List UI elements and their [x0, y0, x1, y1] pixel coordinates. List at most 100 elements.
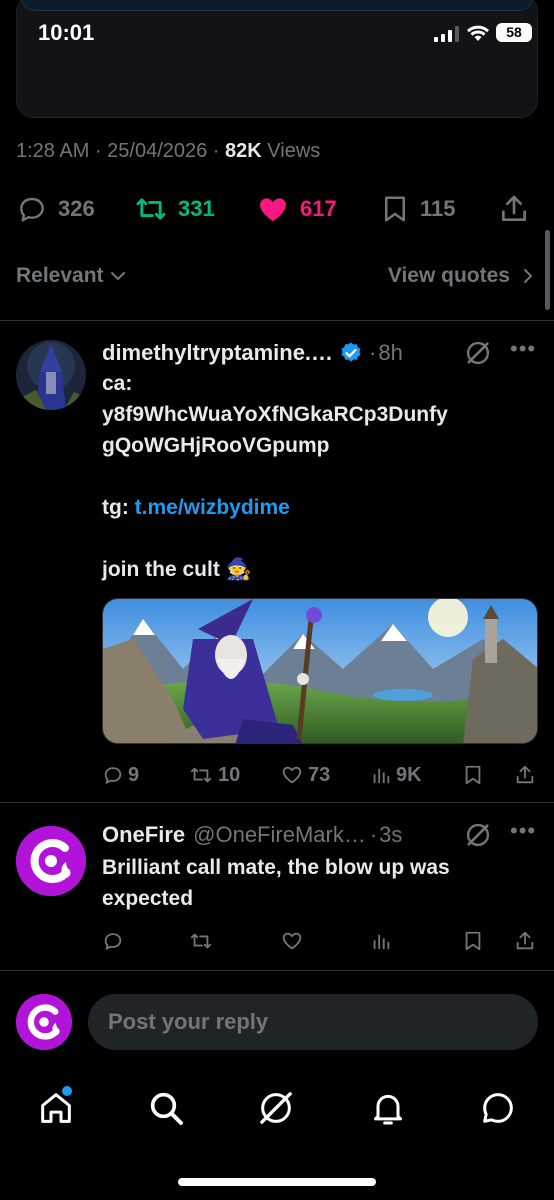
reply-repost-button[interactable]: 10 [188, 760, 240, 790]
more-options-icon[interactable]: ••• [510, 818, 536, 844]
wifi-icon [467, 25, 489, 41]
repost-icon [190, 933, 212, 949]
reply-author-handle[interactable]: @OneFireMark… [193, 822, 366, 848]
status-bar: 10:01 58 [0, 0, 554, 66]
reply-views-button[interactable]: 9K [370, 760, 422, 790]
grok-icon[interactable] [464, 821, 492, 849]
tab-home[interactable] [32, 1084, 80, 1132]
bottom-tab-bar [0, 1072, 554, 1142]
like-count: 73 [308, 763, 331, 786]
reply-bookmark-button[interactable] [462, 926, 488, 956]
divider [0, 970, 554, 971]
chevron-down-icon [110, 272, 125, 280]
post-meta: 1:28 AM · 25/04/2026 · 82K Views [16, 140, 320, 163]
tab-notifications[interactable] [364, 1084, 412, 1132]
repost-icon [190, 767, 212, 783]
tg-label: tg: [102, 496, 135, 519]
bookmark-button[interactable]: 115 [380, 186, 456, 232]
reply-like-button[interactable]: 73 [280, 760, 330, 790]
grok-icon[interactable] [464, 339, 492, 367]
chevron-right-icon [524, 269, 532, 283]
post-timestamp: 1:28 AM · 25/04/2026 · [16, 140, 226, 162]
views-label: Views [261, 140, 321, 162]
reply-author-name[interactable]: dimethyltryptamine.… [102, 340, 333, 366]
share-button[interactable] [498, 186, 540, 232]
reply-share-button[interactable] [514, 926, 540, 956]
reply-bookmark-button[interactable] [462, 760, 488, 790]
onefire-logo-icon [16, 826, 86, 896]
onefire-logo-icon [16, 994, 72, 1050]
views-count: 9K [396, 763, 422, 786]
repost-icon [136, 198, 166, 220]
more-options-icon[interactable]: ••• [510, 336, 536, 362]
wizard-avatar-image [16, 340, 86, 410]
reply-reply-button[interactable]: 9 [102, 760, 139, 790]
separator-dot: · [369, 340, 377, 365]
sort-dropdown[interactable]: Relevant [16, 264, 128, 288]
heart-icon [282, 932, 302, 950]
notifications-icon [374, 1094, 402, 1125]
body-line: expected [102, 887, 194, 910]
separator-dot: · [369, 822, 378, 847]
tab-search[interactable] [142, 1084, 190, 1132]
body-line: join the cult 🧙 [102, 558, 252, 581]
avatar[interactable] [16, 826, 86, 896]
notification-dot [62, 1086, 72, 1096]
divider [0, 802, 554, 803]
repost-count: 331 [178, 196, 215, 221]
status-time: 10:01 [38, 20, 95, 45]
reply-header: dimethyltryptamine.… · 8h [102, 338, 403, 368]
grok-icon [260, 1092, 292, 1124]
current-user-avatar[interactable] [16, 994, 72, 1050]
reply-stats-bar: 9 10 73 9K [102, 760, 538, 790]
share-icon [516, 931, 534, 950]
view-quotes-label: View quotes [387, 264, 510, 287]
repost-button[interactable]: 331 [134, 186, 215, 232]
contract-address-line: y8f9WhcWuaYoXfNGkaRCp3Dunfy [102, 403, 448, 426]
reply-stats-bar [102, 926, 538, 956]
body-line: Brilliant call mate, the blow up was [102, 856, 450, 879]
signal-icon [434, 26, 459, 42]
reply-share-button[interactable] [514, 760, 540, 790]
reply-media-image[interactable] [102, 598, 538, 744]
reply-time: 3s [379, 822, 403, 847]
search-icon [150, 1092, 183, 1125]
reply-count: 9 [128, 763, 140, 786]
reply-icon [104, 767, 122, 784]
reply-author-name[interactable]: OneFire [102, 822, 185, 848]
bookmark-icon [385, 196, 405, 222]
reply-body: ca: y8f9WhcWuaYoXfNGkaRCp3Dunfy gQoWGHjR… [102, 368, 448, 585]
verified-badge-icon [341, 342, 361, 362]
sort-label: Relevant [16, 264, 104, 287]
reply-input[interactable]: Post your reply [88, 994, 538, 1050]
reply-repost-button[interactable] [188, 926, 218, 956]
reply-header: OneFire @OneFireMark… · 3s [102, 820, 402, 850]
share-icon [502, 195, 526, 221]
reply-views-button[interactable] [370, 926, 396, 956]
reply-reply-button[interactable] [102, 926, 128, 956]
reply-button[interactable]: 326 [16, 186, 95, 232]
tab-messages[interactable] [474, 1084, 522, 1132]
views-icon [373, 768, 390, 784]
avatar[interactable] [16, 340, 86, 410]
telegram-link[interactable]: t.me/wizbydime [135, 496, 290, 519]
reply-like-button[interactable] [280, 926, 308, 956]
battery-icon: 58 [496, 23, 532, 42]
wizard-landscape-image [103, 599, 537, 743]
tab-grok[interactable] [252, 1084, 300, 1132]
view-quotes-link[interactable]: View quotes [388, 264, 538, 288]
like-count: 617 [300, 196, 337, 221]
bookmark-icon [465, 931, 481, 951]
like-button[interactable]: 617 [256, 186, 337, 232]
scrollbar[interactable] [545, 230, 550, 310]
views-count: 82K [225, 140, 262, 162]
post-action-bar: 326 331 617 115 [16, 186, 538, 232]
reply-icon [104, 933, 122, 950]
home-indicator[interactable] [178, 1178, 376, 1186]
reply-icon [20, 197, 44, 222]
body-line: ca: [102, 372, 133, 395]
reply-body: Brilliant call mate, the blow up was exp… [102, 852, 450, 914]
bookmark-icon [465, 765, 481, 785]
bookmark-count: 115 [420, 196, 456, 221]
share-icon [516, 765, 534, 784]
